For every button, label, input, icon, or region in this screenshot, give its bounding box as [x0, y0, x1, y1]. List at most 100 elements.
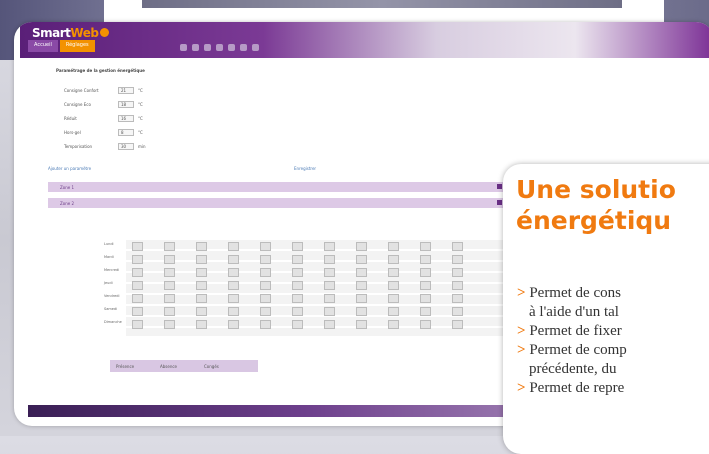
- schedule-cell[interactable]: [164, 281, 175, 290]
- schedule-cell[interactable]: [196, 320, 207, 329]
- schedule-cell[interactable]: [164, 242, 175, 251]
- schedule-cell[interactable]: [452, 320, 463, 329]
- schedule-cell[interactable]: [228, 255, 239, 264]
- schedule-cell[interactable]: [132, 294, 143, 303]
- schedule-cell[interactable]: [292, 307, 303, 316]
- schedule-cell[interactable]: [132, 268, 143, 277]
- schedule-cell[interactable]: [196, 242, 207, 251]
- schedule-cell[interactable]: [228, 281, 239, 290]
- schedule-cell[interactable]: [164, 307, 175, 316]
- schedule-cell[interactable]: [292, 255, 303, 264]
- toolbar-icon[interactable]: [204, 44, 211, 51]
- schedule-cell[interactable]: [196, 255, 207, 264]
- schedule-cell[interactable]: [132, 255, 143, 264]
- schedule-cell[interactable]: [388, 307, 399, 316]
- section-zone-2[interactable]: Zone 2: [48, 198, 508, 208]
- schedule-cell[interactable]: [292, 294, 303, 303]
- schedule-cell[interactable]: [356, 242, 367, 251]
- schedule-cell[interactable]: [388, 255, 399, 264]
- schedule-cell[interactable]: [388, 294, 399, 303]
- schedule-cell[interactable]: [132, 307, 143, 316]
- schedule-cell[interactable]: [452, 255, 463, 264]
- day-label: Mardi: [104, 255, 114, 259]
- toolbar-icon[interactable]: [216, 44, 223, 51]
- schedule-cell[interactable]: [388, 281, 399, 290]
- schedule-cell[interactable]: [388, 242, 399, 251]
- schedule-cell[interactable]: [356, 268, 367, 277]
- schedule-cell[interactable]: [452, 281, 463, 290]
- schedule-cell[interactable]: [132, 320, 143, 329]
- schedule-cell[interactable]: [356, 255, 367, 264]
- schedule-cell[interactable]: [164, 320, 175, 329]
- add-parameter-link[interactable]: Ajouter un paramètre: [48, 166, 91, 171]
- toolbar-icon[interactable]: [252, 44, 259, 51]
- schedule-cell[interactable]: [164, 294, 175, 303]
- schedule-cell[interactable]: [196, 294, 207, 303]
- toolbar-icon[interactable]: [180, 44, 187, 51]
- schedule-cell[interactable]: [260, 242, 271, 251]
- schedule-cell[interactable]: [324, 294, 335, 303]
- schedule-cell[interactable]: [260, 320, 271, 329]
- schedule-cell[interactable]: [292, 281, 303, 290]
- schedule-cell[interactable]: [420, 268, 431, 277]
- schedule-cell[interactable]: [260, 268, 271, 277]
- schedule-cell[interactable]: [260, 307, 271, 316]
- tab-reglages[interactable]: Réglages: [59, 40, 95, 52]
- schedule-cell[interactable]: [388, 320, 399, 329]
- toolbar-icon[interactable]: [228, 44, 235, 51]
- toolbar-icon[interactable]: [240, 44, 247, 51]
- schedule-cell[interactable]: [228, 268, 239, 277]
- schedule-cell[interactable]: [260, 255, 271, 264]
- schedule-cell[interactable]: [324, 268, 335, 277]
- schedule-cell[interactable]: [260, 294, 271, 303]
- schedule-cell[interactable]: [164, 255, 175, 264]
- field-value: 21: [121, 88, 127, 93]
- schedule-cell[interactable]: [228, 307, 239, 316]
- tab-accueil[interactable]: Accueil: [28, 40, 58, 52]
- schedule-cell[interactable]: [324, 307, 335, 316]
- schedule-cell[interactable]: [324, 255, 335, 264]
- schedule-cell[interactable]: [452, 294, 463, 303]
- schedule-cell[interactable]: [420, 294, 431, 303]
- section-toggle-icon[interactable]: [497, 184, 502, 189]
- schedule-cell[interactable]: [228, 320, 239, 329]
- schedule-cell[interactable]: [164, 268, 175, 277]
- schedule-cell[interactable]: [356, 320, 367, 329]
- bullet-item: à l'aide d'un tal: [529, 304, 619, 320]
- schedule-cell[interactable]: [324, 281, 335, 290]
- schedule-cell[interactable]: [260, 281, 271, 290]
- day-type-tab[interactable]: Présence: [116, 364, 134, 369]
- schedule-cell[interactable]: [228, 294, 239, 303]
- schedule-cell[interactable]: [356, 307, 367, 316]
- schedule-cell[interactable]: [324, 320, 335, 329]
- schedule-cell[interactable]: [292, 242, 303, 251]
- schedule-cell[interactable]: [420, 281, 431, 290]
- schedule-cell[interactable]: [388, 268, 399, 277]
- section-label: Zone 1: [60, 185, 74, 190]
- day-type-tab[interactable]: Absence: [160, 364, 177, 369]
- schedule-cell[interactable]: [420, 255, 431, 264]
- schedule-cell[interactable]: [452, 242, 463, 251]
- schedule-cell[interactable]: [196, 268, 207, 277]
- day-type-tab[interactable]: Congés: [204, 364, 219, 369]
- save-link[interactable]: Enregistrer: [294, 166, 316, 171]
- schedule-cell[interactable]: [324, 242, 335, 251]
- schedule-cell[interactable]: [452, 268, 463, 277]
- schedule-cell[interactable]: [132, 242, 143, 251]
- section-toggle-icon[interactable]: [497, 200, 502, 205]
- schedule-cell[interactable]: [228, 242, 239, 251]
- schedule-cell[interactable]: [452, 307, 463, 316]
- schedule-cell[interactable]: [356, 281, 367, 290]
- schedule-cell[interactable]: [196, 307, 207, 316]
- schedule-cell[interactable]: [420, 320, 431, 329]
- schedule-cell[interactable]: [292, 320, 303, 329]
- field-unit: °C: [138, 88, 143, 93]
- schedule-cell[interactable]: [132, 281, 143, 290]
- toolbar-icon[interactable]: [192, 44, 199, 51]
- schedule-cell[interactable]: [196, 281, 207, 290]
- section-zone-1[interactable]: Zone 1: [48, 182, 508, 192]
- schedule-cell[interactable]: [420, 307, 431, 316]
- schedule-cell[interactable]: [420, 242, 431, 251]
- schedule-cell[interactable]: [292, 268, 303, 277]
- schedule-cell[interactable]: [356, 294, 367, 303]
